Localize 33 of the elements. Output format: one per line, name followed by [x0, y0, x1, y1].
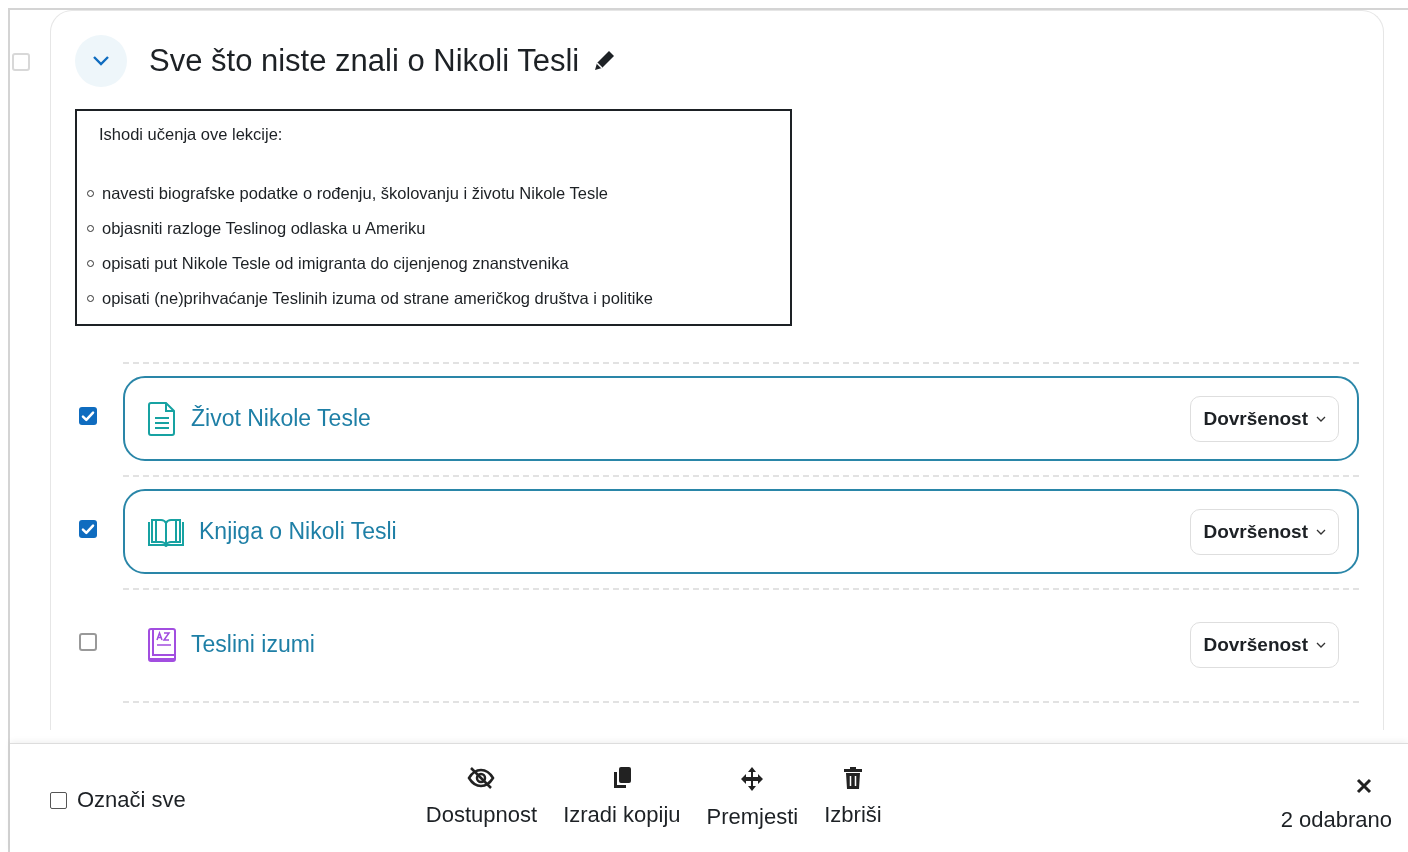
activity-link[interactable]: Život Nikole Tesle: [191, 405, 1177, 432]
outcome-text: navesti biografske podatke o rođenju, školovanju i životu Nikole Tesle: [102, 184, 608, 203]
caret-icon: [1316, 415, 1326, 422]
section-title: Sve što niste znali o Nikoli Tesli: [149, 43, 580, 79]
outcome-text: opisati put Nikole Tesle od imigranta do cijenjenog znanstvenika: [102, 254, 569, 273]
document-icon: [147, 400, 177, 437]
activity-link[interactable]: Teslini izumi: [191, 631, 1177, 658]
completion-dropdown[interactable]: Dovršenost: [1190, 395, 1339, 442]
chevron-icon: [91, 55, 111, 67]
close-icon: [1356, 777, 1372, 794]
summary-heading: Ishodi učenja ove lekcije:: [99, 125, 284, 144]
selected-count: 2 odabrano: [1280, 806, 1392, 833]
outcome-text: objasniti razloge Teslinog odlaska u Ameriku: [102, 219, 426, 238]
dictionary-icon: [147, 626, 177, 663]
caret-icon: [1316, 528, 1326, 535]
trash-icon: [842, 766, 863, 790]
checkbox[interactable]: [79, 407, 97, 425]
checkbox[interactable]: [79, 520, 97, 538]
activity-link[interactable]: Knjiga o Nikoli Tesli: [199, 518, 1177, 545]
select-all-checkbox[interactable]: Označi sve: [50, 787, 186, 813]
action-button[interactable]: Dostupnost: [421, 766, 542, 830]
move-icon: [739, 766, 766, 792]
outcome-text: opisati (ne)prihvaćanje Teslinih izuma od strane američkog društva i politike: [102, 289, 653, 308]
checkbox[interactable]: [79, 633, 97, 651]
action-button[interactable]: Izbriši: [820, 766, 886, 830]
caret-icon: [1316, 641, 1326, 648]
checkbox-icon: [50, 791, 67, 809]
eye-slash-icon: [466, 766, 497, 790]
open-book-icon: [147, 516, 185, 547]
completion-dropdown[interactable]: Dovršenost: [1190, 508, 1339, 555]
action-button[interactable]: Premjesti: [702, 766, 803, 830]
completion-dropdown[interactable]: Dovršenost: [1190, 621, 1339, 668]
action-button[interactable]: Izradi kopiju: [559, 766, 685, 830]
